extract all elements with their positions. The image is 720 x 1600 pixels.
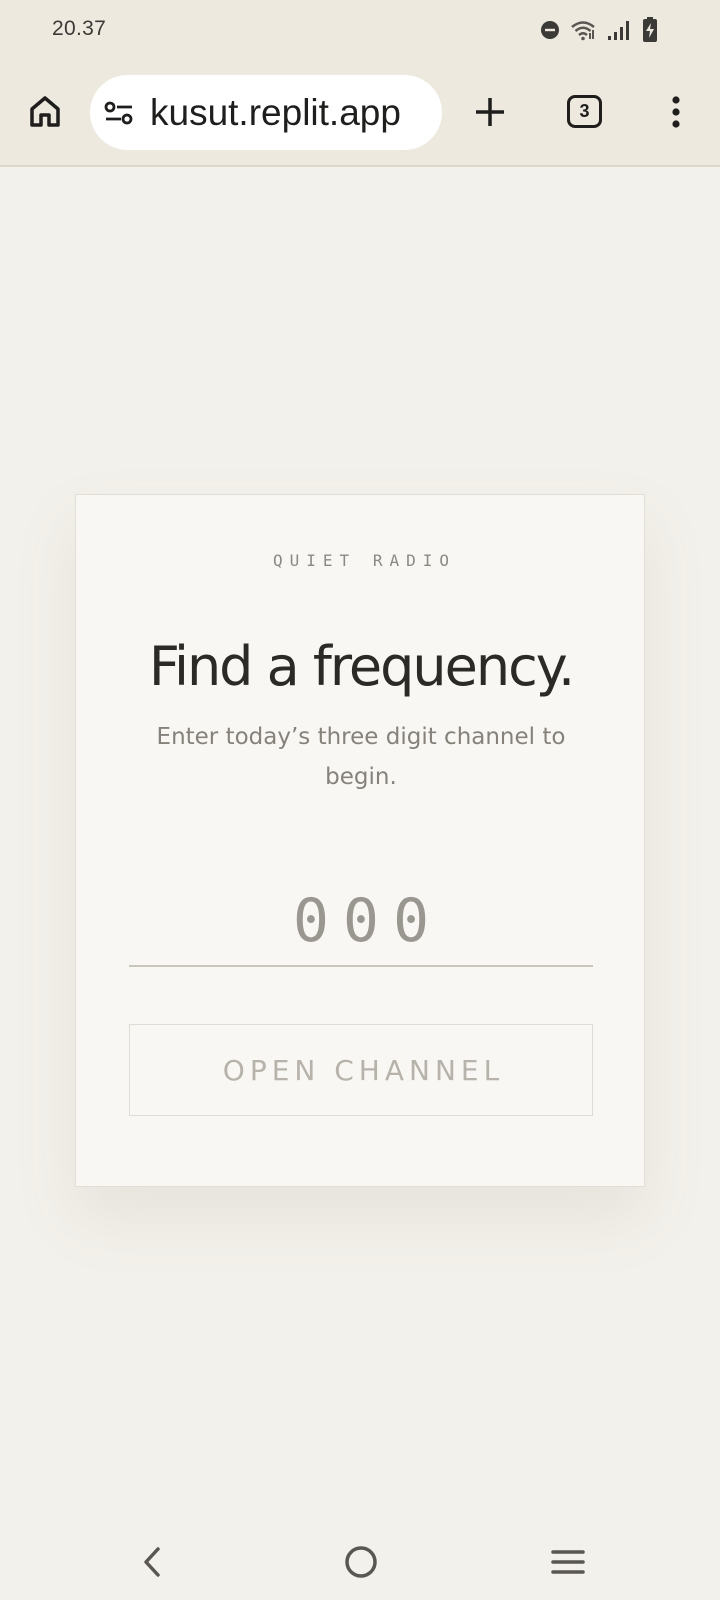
recents-icon xyxy=(551,1550,585,1574)
tab-count: 3 xyxy=(579,101,590,121)
address-bar[interactable]: kusut.replit.app xyxy=(90,75,442,150)
back-icon xyxy=(144,1547,160,1577)
subtitle: Enter today’s three digit channel to beg… xyxy=(156,724,566,790)
new-tab-button[interactable] xyxy=(468,90,512,134)
home-button[interactable] xyxy=(22,88,68,134)
status-time: 20.37 xyxy=(52,17,107,40)
page-title: Find a frequency. xyxy=(148,635,575,698)
battery-charging-icon xyxy=(642,17,658,43)
do-not-disturb-icon xyxy=(540,20,560,40)
plus-icon xyxy=(476,98,504,126)
browser-toolbar: kusut.replit.app 3 xyxy=(0,62,720,167)
recents-button[interactable] xyxy=(546,1540,590,1584)
more-vert-icon xyxy=(672,96,680,128)
back-button[interactable] xyxy=(131,1540,175,1584)
home-circle-icon xyxy=(345,1546,377,1578)
page-content: QUIET RADIO Find a frequency. Enter toda… xyxy=(0,167,720,1520)
wifi-icon xyxy=(570,19,596,41)
menu-button[interactable] xyxy=(654,90,698,134)
channel-input[interactable] xyxy=(129,877,593,967)
home-icon xyxy=(30,96,60,127)
channel-card: QUIET RADIO Find a frequency. Enter toda… xyxy=(75,494,645,1187)
url-text: kusut.replit.app xyxy=(150,93,430,133)
signal-icon xyxy=(606,19,632,41)
system-nav-bar xyxy=(0,1520,720,1600)
open-channel-button[interactable]: OPEN CHANNEL xyxy=(129,1024,593,1116)
eyebrow-label: QUIET RADIO xyxy=(273,551,456,570)
tab-switcher-button[interactable]: 3 xyxy=(567,95,602,128)
site-settings-button[interactable] xyxy=(102,96,136,130)
site-settings-icon xyxy=(104,101,133,125)
home-nav-button[interactable] xyxy=(339,1540,383,1584)
url-value: kusut.replit.app xyxy=(150,93,401,133)
status-bar: 20.37 xyxy=(0,0,720,62)
status-icons xyxy=(540,16,658,44)
